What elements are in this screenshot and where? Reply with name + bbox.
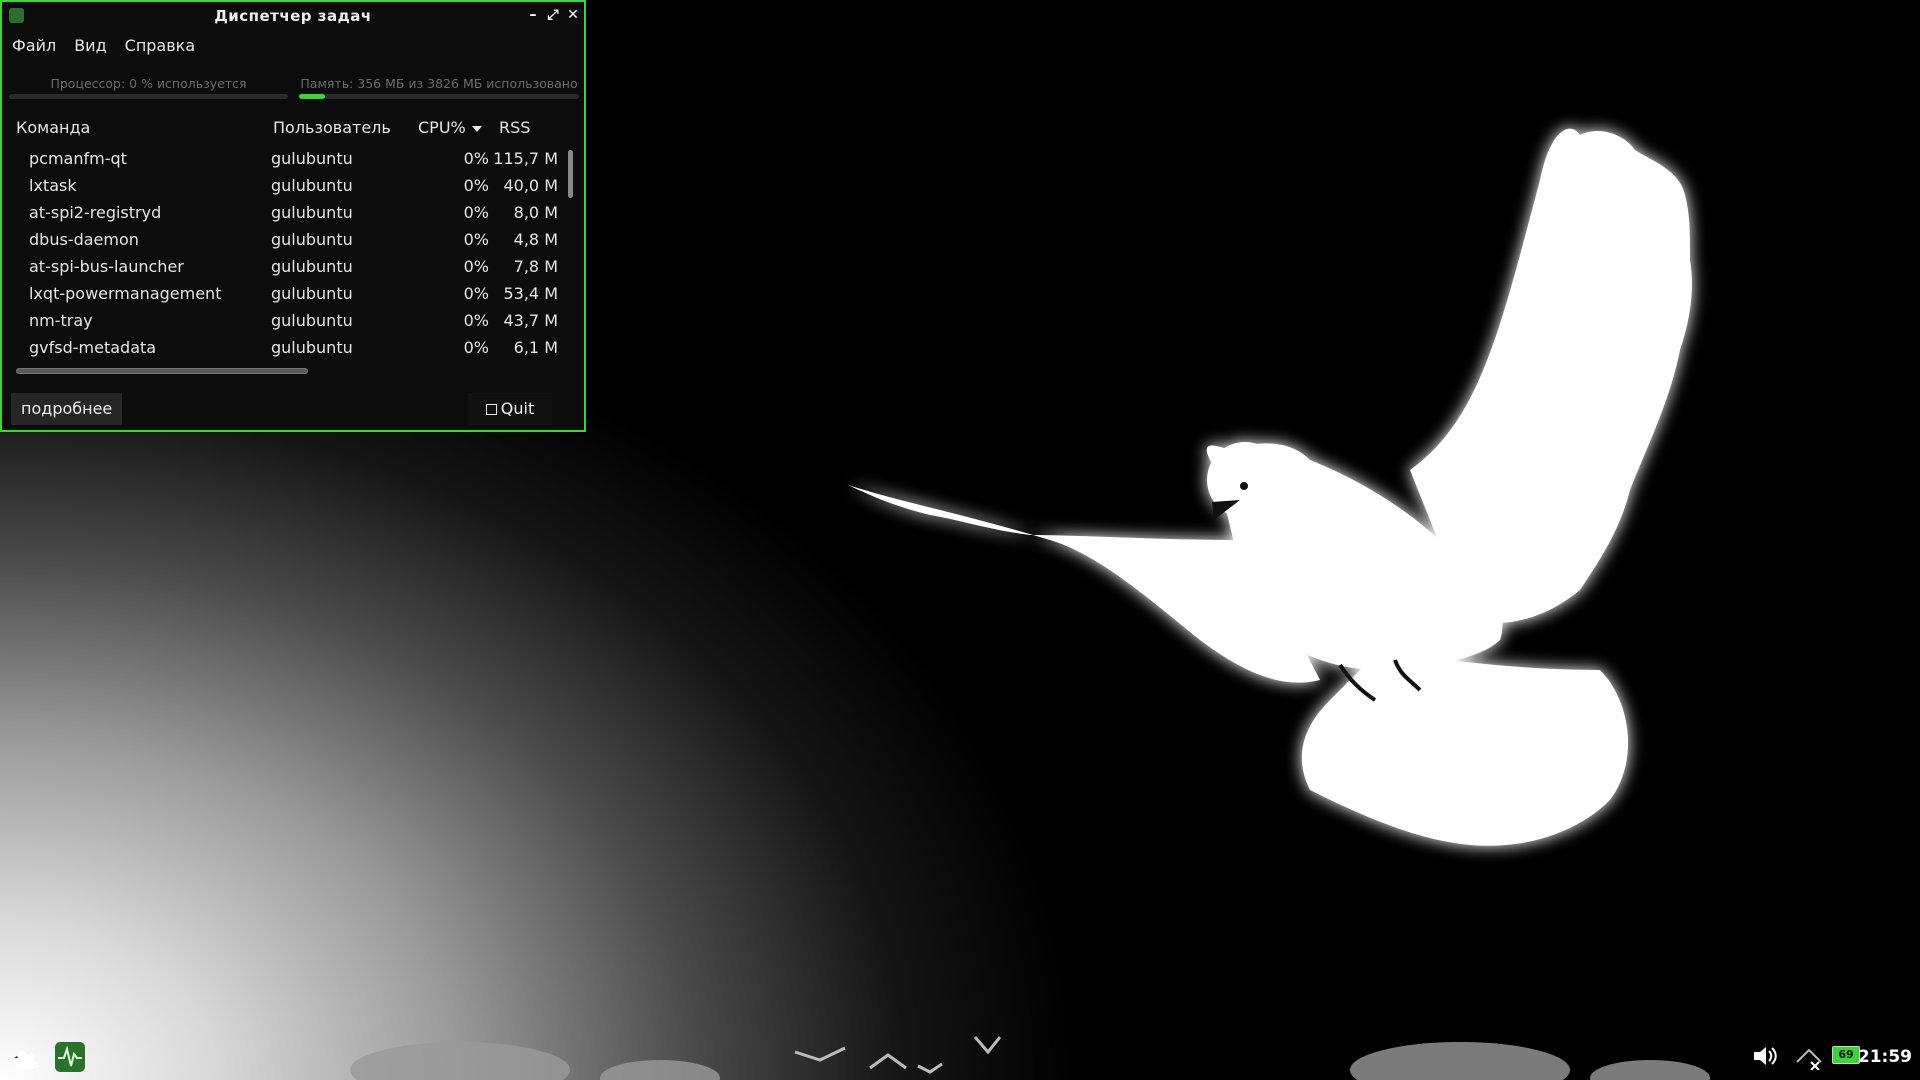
process-user: gulubuntu [271,284,353,303]
battery-icon[interactable]: 69 [1832,1046,1860,1064]
process-table-header: Команда Пользователь CPU% RSS [16,115,576,139]
process-row[interactable]: gvfsd-metadata gulubuntu 0% 6,1 M [2,336,562,363]
sort-desc-icon [471,125,482,132]
quit-label: Quit [500,399,535,418]
cpu-meter-track [9,94,288,99]
process-user: gulubuntu [271,176,353,195]
process-cpu: 0% [463,311,489,330]
main-menu-dove-icon[interactable] [12,1042,42,1072]
process-row[interactable]: lxqt-powermanagement gulubuntu 0% 53,4 M [2,282,562,309]
close-button[interactable]: ✕ [564,6,582,24]
process-command: gvfsd-metadata [29,338,157,357]
process-command: lxqt-powermanagement [29,284,222,303]
process-row[interactable]: lxtask gulubuntu 0% 40,0 M [2,174,562,201]
process-cpu: 0% [463,176,489,195]
process-list: pcmanfm-qt gulubuntu 0% 115,7 Mlxtask gulubu… [2,147,562,363]
process-row[interactable]: at-spi2-registryd gulubuntu 0% 8,0 M [2,201,562,228]
task-manager-window[interactable]: Диспетчер задач – ⤢ ✕ Файл Вид Справка П… [0,0,586,432]
process-cpu: 0% [463,149,489,168]
volume-icon[interactable] [1752,1044,1778,1068]
process-cpu: 0% [463,203,489,222]
process-cpu: 0% [463,230,489,249]
title-bar[interactable]: Диспетчер задач – ⤢ ✕ [2,2,584,30]
menu-file[interactable]: Файл [12,36,56,55]
menu-bar: Файл Вид Справка [12,36,195,55]
cpu-meter-label: Процессор: 0 % используется [50,76,247,91]
details-button[interactable]: подробнее [11,393,123,425]
minimize-button[interactable]: – [524,6,542,24]
process-row[interactable]: at-spi-bus-launcher gulubuntu 0% 7,8 M [2,255,562,282]
process-cpu: 0% [463,338,489,357]
memory-meter-track [299,94,579,99]
horizontal-scrollbar[interactable] [16,368,308,374]
process-rss: 40,0 M [503,176,558,195]
process-cpu: 0% [463,257,489,276]
window-title: Диспетчер задач [214,7,372,25]
menu-view[interactable]: Вид [74,36,106,55]
process-user: gulubuntu [271,311,353,330]
process-user: gulubuntu [271,257,353,276]
process-command: dbus-daemon [29,230,139,249]
process-rss: 7,8 M [513,257,558,276]
cpu-meter: Процессор: 0 % используется [9,76,288,100]
process-user: gulubuntu [271,230,353,249]
clock[interactable]: 21:59 [1858,1047,1912,1067]
quit-icon [485,404,497,415]
process-rss: 43,7 M [503,311,558,330]
process-row[interactable]: pcmanfm-qt gulubuntu 0% 115,7 M [2,147,562,174]
column-rss[interactable]: RSS [499,118,530,137]
maximize-button[interactable]: ⤢ [544,6,562,24]
task-manager-taskbar-icon[interactable] [55,1042,85,1072]
process-rss: 8,0 M [513,203,558,222]
process-rss: 6,1 M [513,338,558,357]
process-rss: 115,7 M [493,149,558,168]
process-cpu: 0% [463,284,489,303]
column-cpu[interactable]: CPU% [418,118,482,137]
process-row[interactable]: dbus-daemon gulubuntu 0% 4,8 M [2,228,562,255]
network-disconnected-icon[interactable] [1795,1044,1823,1070]
process-command: nm-tray [29,311,93,330]
quit-button[interactable]: Quit [468,393,552,425]
process-command: lxtask [29,176,77,195]
menu-help[interactable]: Справка [125,36,196,55]
process-row[interactable]: nm-tray gulubuntu 0% 43,7 M [2,309,562,336]
process-user: gulubuntu [271,203,353,222]
process-command: pcmanfm-qt [29,149,127,168]
process-user: gulubuntu [271,338,353,357]
vertical-scrollbar[interactable] [568,150,573,198]
memory-meter-label: Память: 356 МБ из 3826 МБ использовано [300,76,578,91]
column-user[interactable]: Пользователь [273,118,391,137]
process-command: at-spi2-registryd [29,203,162,222]
column-cpu-label: CPU% [418,118,466,137]
task-manager-icon [9,8,24,23]
process-rss: 4,8 M [513,230,558,249]
process-user: gulubuntu [271,149,353,168]
column-command[interactable]: Команда [16,118,90,137]
taskbar: 69 21:59 [0,1030,1920,1080]
memory-meter-fill [299,94,326,99]
process-command: at-spi-bus-launcher [29,257,184,276]
process-rss: 53,4 M [503,284,558,303]
memory-meter: Память: 356 МБ из 3826 МБ использовано [299,76,579,100]
